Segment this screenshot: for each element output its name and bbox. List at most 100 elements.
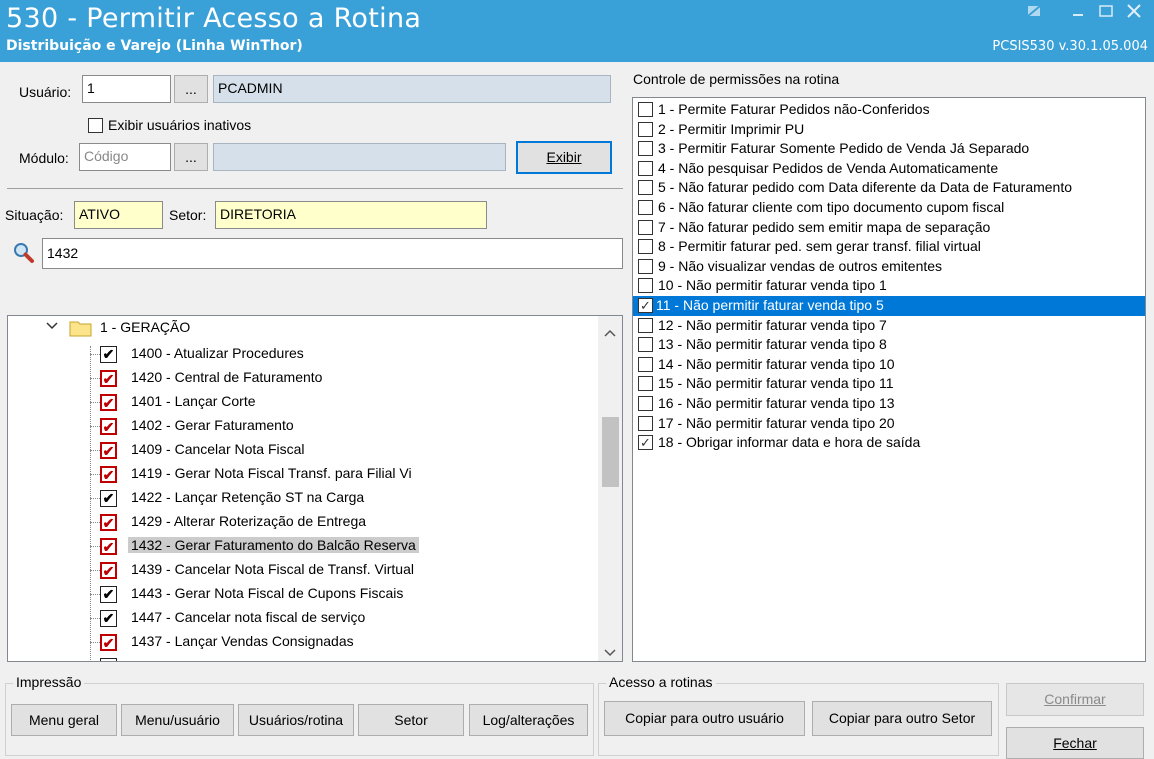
modulo-label: Módulo: — [19, 150, 69, 166]
permission-checkbox[interactable]: ✓ — [638, 435, 653, 451]
tree-connector — [90, 618, 100, 619]
permission-item[interactable]: 12 - Não permitir faturar venda tipo 7 — [633, 316, 1145, 336]
permission-item[interactable]: 8 - Permitir faturar ped. sem gerar tran… — [633, 237, 1145, 257]
scroll-thumb[interactable] — [602, 417, 619, 487]
tree-item[interactable]: ✔ 1401 - Lançar Corte — [8, 390, 598, 414]
permission-checkbox[interactable] — [638, 160, 653, 176]
modulo-code-input[interactable]: Código — [79, 143, 171, 171]
tree-item-checkbox[interactable]: ✔ — [100, 466, 117, 483]
permission-item[interactable]: ✓ 11 - Não permitir faturar venda tipo 5 — [633, 296, 1145, 316]
copiar-setor-button[interactable]: Copiar para outro Setor — [812, 701, 992, 736]
menu-geral-button[interactable]: Menu geral — [11, 704, 117, 736]
permission-checkbox[interactable] — [638, 102, 653, 117]
tree-item[interactable]: ✔ 1419 - Gerar Nota Fiscal Transf. para F… — [8, 462, 598, 486]
tree-item-checkbox[interactable]: ✔ — [100, 634, 117, 651]
tree-item[interactable]: ✔ 1439 - Cancelar Nota Fiscal de Transf. … — [8, 558, 598, 582]
tree-item-checkbox[interactable]: ✔ — [100, 514, 117, 531]
permission-item[interactable]: 17 - Não permitir faturar venda tipo 20 — [633, 414, 1145, 434]
tree-item-partial[interactable]: ✔ — [8, 654, 598, 661]
tree-item[interactable]: ✔ 1443 - Gerar Nota Fiscal de Cupons Fisc… — [8, 582, 598, 606]
modulo-placeholder: Código — [84, 148, 129, 164]
inativos-checkbox[interactable] — [88, 118, 103, 133]
permission-item[interactable]: 14 - Não permitir faturar venda tipo 10 — [633, 355, 1145, 375]
tree-scrollbar[interactable] — [598, 316, 622, 661]
fechar-button[interactable]: Fechar — [1006, 727, 1144, 759]
permission-checkbox[interactable] — [638, 141, 653, 157]
scroll-up-icon[interactable] — [604, 324, 616, 340]
routine-tree[interactable]: 1 - GERAÇÃO ✔ 1400 - Atualizar Procedures… — [7, 315, 623, 662]
permission-item[interactable]: 6 - Não faturar cliente com tipo documen… — [633, 198, 1145, 218]
copiar-usuario-button[interactable]: Copiar para outro usuário — [604, 701, 805, 736]
permission-checkbox[interactable] — [638, 219, 653, 235]
permission-item[interactable]: 4 - Não pesquisar Pedidos de Venda Autom… — [633, 159, 1145, 179]
tree-item-checkbox[interactable]: ✔ — [100, 394, 117, 411]
tree-connector — [90, 474, 100, 475]
permission-label: 2 - Permitir Imprimir PU — [658, 120, 805, 137]
tree-item-checkbox[interactable]: ✔ — [100, 562, 117, 579]
modulo-browse-button[interactable]: ... — [174, 143, 208, 171]
permission-item[interactable]: 13 - Não permitir faturar venda tipo 8 — [633, 335, 1145, 355]
permission-checkbox[interactable]: ✓ — [638, 298, 653, 313]
permission-checkbox[interactable] — [638, 258, 653, 274]
tree-item[interactable]: ✔ 1432 - Gerar Faturamento do Balcão Rese… — [8, 534, 598, 558]
restore-icon[interactable] — [1024, 4, 1044, 20]
tree-item-checkbox[interactable]: ✔ — [100, 346, 117, 363]
permission-label: 1 - Permite Faturar Pedidos não-Conferid… — [658, 101, 930, 117]
permission-item[interactable]: 15 - Não permitir faturar venda tipo 11 — [633, 374, 1145, 394]
tree-item[interactable]: ✔ 1400 - Atualizar Procedures — [8, 342, 598, 366]
tree-item-label: 1409 - Cancelar Nota Fiscal — [131, 441, 305, 457]
permission-item[interactable]: 3 - Permitir Faturar Somente Pedido de V… — [633, 139, 1145, 159]
permission-item[interactable]: ✓ 18 - Obrigar informar data e hora de sa… — [633, 433, 1145, 453]
permission-checkbox[interactable] — [638, 337, 653, 353]
permission-checkbox[interactable] — [638, 239, 653, 255]
tree-item[interactable]: ✔ 1422 - Lançar Retenção ST na Carga — [8, 486, 598, 510]
permission-item[interactable]: 16 - Não permitir faturar venda tipo 13 — [633, 394, 1145, 414]
tree-item-checkbox[interactable]: ✔ — [100, 538, 117, 555]
tree-item[interactable]: ✔ 1409 - Cancelar Nota Fiscal — [8, 438, 598, 462]
confirmar-button[interactable]: Confirmar — [1006, 683, 1144, 716]
tree-item-label: 1437 - Lançar Vendas Consignadas — [131, 633, 354, 649]
tree-item[interactable]: ✔ 1437 - Lançar Vendas Consignadas — [8, 630, 598, 654]
permission-checkbox[interactable] — [638, 121, 653, 137]
permission-checkbox[interactable] — [638, 415, 653, 431]
permission-item[interactable]: 5 - Não faturar pedido com Data diferent… — [633, 178, 1145, 198]
exibir-button[interactable]: Exibir — [516, 141, 612, 174]
permission-item[interactable]: 7 - Não faturar pedido sem emitir mapa d… — [633, 218, 1145, 238]
tree-item-checkbox[interactable]: ✔ — [100, 658, 117, 661]
permission-checkbox[interactable] — [638, 180, 653, 196]
usuario-code-input[interactable]: 1 — [82, 75, 171, 103]
usuarios-rotina-button[interactable]: Usuários/rotina — [238, 704, 354, 736]
minimize-icon[interactable] — [1068, 4, 1088, 20]
setor-button[interactable]: Setor — [358, 704, 464, 736]
permission-checkbox[interactable] — [638, 278, 653, 294]
tree-item[interactable]: ✔ 1447 - Cancelar nota fiscal de serviço — [8, 606, 598, 630]
permission-checkbox[interactable] — [638, 356, 653, 372]
tree-item-checkbox[interactable]: ✔ — [100, 490, 117, 507]
tree-item[interactable]: ✔ 1429 - Alterar Roterização de Entrega — [8, 510, 598, 534]
tree-item-checkbox[interactable]: ✔ — [100, 610, 117, 627]
menu-usuario-button[interactable]: Menu/usuário — [121, 704, 234, 736]
permission-checkbox[interactable] — [638, 317, 653, 333]
permission-item[interactable]: 9 - Não visualizar vendas de outros emit… — [633, 257, 1145, 277]
tree-item-checkbox[interactable]: ✔ — [100, 418, 117, 435]
permissions-list[interactable]: 1 - Permite Faturar Pedidos não-Conferid… — [632, 97, 1146, 662]
tree-folder-label[interactable]: 1 - GERAÇÃO — [100, 319, 190, 335]
log-alteracoes-button[interactable]: Log/alterações — [469, 704, 588, 736]
scroll-down-icon[interactable] — [604, 644, 616, 660]
tree-item[interactable]: ✔ 1420 - Central de Faturamento — [8, 366, 598, 390]
usuario-browse-button[interactable]: ... — [174, 75, 208, 103]
permission-item[interactable]: 1 - Permite Faturar Pedidos não-Conferid… — [633, 100, 1145, 120]
permission-item[interactable]: 2 - Permitir Imprimir PU — [633, 120, 1145, 140]
tree-item-checkbox[interactable]: ✔ — [100, 586, 117, 603]
permission-checkbox[interactable] — [638, 376, 653, 392]
chevron-down-icon[interactable] — [46, 320, 58, 334]
permission-item[interactable]: 10 - Não permitir faturar venda tipo 1 — [633, 276, 1145, 296]
tree-item-checkbox[interactable]: ✔ — [100, 442, 117, 459]
search-input[interactable]: 1432 — [42, 238, 623, 269]
tree-item[interactable]: ✔ 1402 - Gerar Faturamento — [8, 414, 598, 438]
maximize-icon[interactable] — [1096, 4, 1116, 20]
permission-checkbox[interactable] — [638, 200, 653, 215]
permission-checkbox[interactable] — [638, 396, 653, 411]
close-icon[interactable] — [1124, 4, 1144, 20]
tree-item-checkbox[interactable]: ✔ — [100, 370, 117, 387]
